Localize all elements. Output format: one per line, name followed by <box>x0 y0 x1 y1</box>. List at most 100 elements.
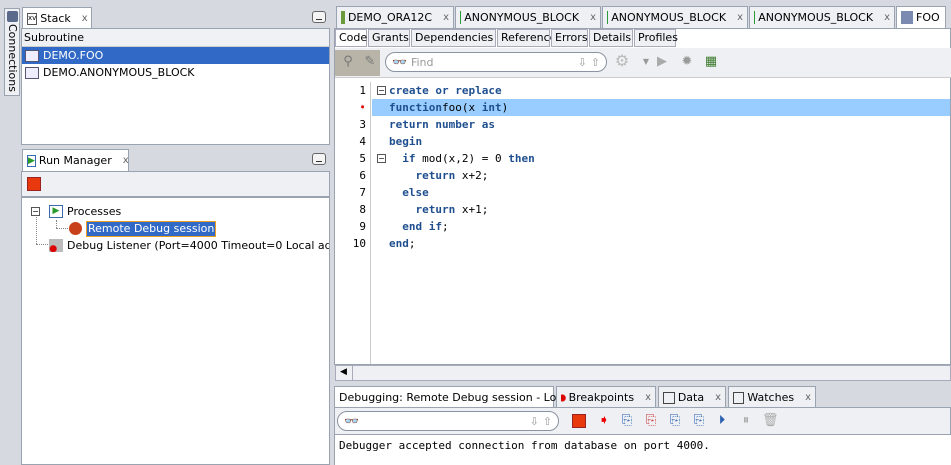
pin-icon[interactable]: ⚲ <box>340 54 356 70</box>
bug-icon <box>69 222 82 235</box>
subtab-code[interactable]: Code <box>335 29 367 47</box>
find-next-icon[interactable]: ⇩ <box>578 56 587 69</box>
code-line[interactable]: create or replace <box>372 82 950 99</box>
procedure-icon <box>25 66 39 79</box>
stack-row[interactable]: DEMO.ANONYMOUS_BLOCK <box>22 64 329 81</box>
subtab-errors[interactable]: Errors <box>551 29 588 47</box>
line-number[interactable]: 4 <box>335 133 370 150</box>
editor-tab[interactable]: ANONYMOUS_BLOCK x <box>455 6 601 28</box>
line-number[interactable]: ➧ <box>335 99 370 116</box>
close-icon[interactable]: x <box>737 12 743 23</box>
line-number[interactable]: 10 <box>335 235 370 252</box>
code-line[interactable]: begin <box>372 133 950 150</box>
database-icon <box>6 11 18 22</box>
listener-icon <box>49 239 63 252</box>
line-number-gutter: 1 ➧ 3 4 5 6 7 8 9 10 <box>335 82 371 364</box>
edit-icon[interactable]: ✎ <box>362 54 378 70</box>
code-line[interactable]: return number as <box>372 116 950 133</box>
horizontal-scrollbar[interactable]: ◀ <box>335 365 951 381</box>
close-icon[interactable]: x <box>884 12 890 23</box>
connections-side-tab[interactable]: Connections <box>4 8 20 96</box>
binoculars-icon: 👓 <box>392 55 407 69</box>
editor-tab[interactable]: DEMO_ORA12C x <box>336 6 454 28</box>
bottom-tab-breakpoints[interactable]: Breakpoints x <box>556 386 656 408</box>
subtab-grants[interactable]: Grants <box>368 29 410 47</box>
close-icon[interactable]: x <box>590 12 596 23</box>
find-prev-icon[interactable]: ⇧ <box>543 415 552 428</box>
stop-button[interactable] <box>27 177 41 191</box>
close-icon[interactable]: x <box>82 13 88 24</box>
scroll-left-icon[interactable]: ◀ <box>340 367 347 377</box>
bottom-tab-debugging[interactable]: Debugging: Remote Debug session - Logx <box>334 386 580 408</box>
subtab-references[interactable]: References <box>497 29 562 47</box>
profile-icon[interactable]: ▦ <box>703 54 719 70</box>
tab-run-manager[interactable]: ▶ Run Manager x <box>22 149 129 171</box>
code-line[interactable]: if mod(x,2) = 0 then <box>372 150 950 167</box>
step-to-end-icon[interactable]: ⎘ <box>691 413 707 429</box>
stack-row[interactable]: DEMO.FOO <box>22 47 329 64</box>
step-over-icon[interactable]: ⎘ <box>619 413 635 429</box>
editor-tab[interactable]: ANONYMOUS_BLOCK x <box>602 6 748 28</box>
close-icon[interactable]: x <box>123 155 129 166</box>
line-number[interactable]: 1 <box>335 82 370 99</box>
minimize-button[interactable] <box>312 153 326 165</box>
run-icon: ▶ <box>27 154 36 167</box>
code-editor[interactable]: create or replace functionfoo(x int) retur… <box>372 82 950 252</box>
block-icon <box>460 11 462 24</box>
tab-stack[interactable]: xv Stack x <box>22 7 92 29</box>
resume-icon[interactable]: ⏵ <box>714 413 730 429</box>
editor-tab[interactable]: ANONYMOUS_BLOCK x <box>749 6 895 28</box>
bottom-tab-watches[interactable]: Watches x <box>728 386 816 408</box>
find-execution-point-icon[interactable]: ➧ <box>596 413 612 429</box>
step-into-icon[interactable]: ⎘ <box>643 413 659 429</box>
code-line[interactable]: else <box>372 184 950 201</box>
find-input[interactable]: 👓 Find ⇩ ⇧ <box>385 52 607 72</box>
trash-icon[interactable]: 🗑 <box>762 413 779 429</box>
breakpoints-icon <box>561 391 566 404</box>
find-prev-icon[interactable]: ⇧ <box>591 56 600 69</box>
sql-worksheet-icon <box>341 11 345 24</box>
line-number[interactable]: 8 <box>335 201 370 218</box>
tree-item-processes[interactable]: ▶ Processes <box>46 203 121 220</box>
step-out-icon[interactable]: ⎘ <box>667 413 683 429</box>
bottom-tab-data[interactable]: Data x <box>658 386 726 408</box>
code-line[interactable]: functionfoo(x int) <box>372 99 950 116</box>
run-icon[interactable]: ▶ <box>654 54 670 70</box>
collapse-icon[interactable]: − <box>31 207 40 216</box>
subtab-dependencies[interactable]: Dependencies <box>411 29 496 47</box>
subtab-details[interactable]: Details <box>589 29 633 47</box>
subtab-profiles[interactable]: Profiles <box>634 29 678 47</box>
code-line[interactable]: return x+1; <box>372 201 950 218</box>
terminate-button[interactable] <box>572 414 586 428</box>
line-number[interactable]: 6 <box>335 167 370 184</box>
log-find-input[interactable]: 👓 ⇩ ⇧ <box>337 411 559 431</box>
minimize-button[interactable] <box>312 11 326 23</box>
column-header-subroutine[interactable]: Subroutine <box>22 29 329 47</box>
debug-icon[interactable]: ✹ <box>679 54 695 70</box>
code-line[interactable]: end; <box>372 235 950 252</box>
tree-item-debug-listener[interactable]: Debug Listener (Port=4000 Timeout=0 Loca… <box>46 237 329 254</box>
line-number[interactable]: 3 <box>335 116 370 133</box>
line-number[interactable]: 9 <box>335 218 370 235</box>
code-line[interactable]: end if; <box>372 218 950 235</box>
binoculars-icon: 👓 <box>344 414 359 428</box>
tree-item-remote-debug-session[interactable]: Remote Debug session <box>66 220 217 237</box>
procedure-icon <box>25 49 39 62</box>
dropdown-arrow-icon[interactable]: ▼ <box>638 54 654 70</box>
find-next-icon[interactable]: ⇩ <box>530 415 539 428</box>
close-icon[interactable]: x <box>443 12 449 23</box>
compile-gear-icon[interactable]: ⚙ <box>614 53 630 69</box>
processes-icon: ▶ <box>49 205 63 218</box>
editor-tab[interactable]: FOO <box>896 6 946 28</box>
close-icon[interactable]: x <box>805 392 811 403</box>
watches-icon <box>733 391 745 404</box>
stack-icon: xv <box>27 12 38 25</box>
function-icon <box>901 11 913 24</box>
close-icon[interactable]: x <box>645 392 651 403</box>
line-number[interactable]: 7 <box>335 184 370 201</box>
block-icon <box>607 11 609 24</box>
pause-icon[interactable]: ⏸ <box>738 413 754 429</box>
line-number[interactable]: 5 <box>335 150 370 167</box>
code-line[interactable]: return x+2; <box>372 167 950 184</box>
close-icon[interactable]: x <box>715 392 721 403</box>
